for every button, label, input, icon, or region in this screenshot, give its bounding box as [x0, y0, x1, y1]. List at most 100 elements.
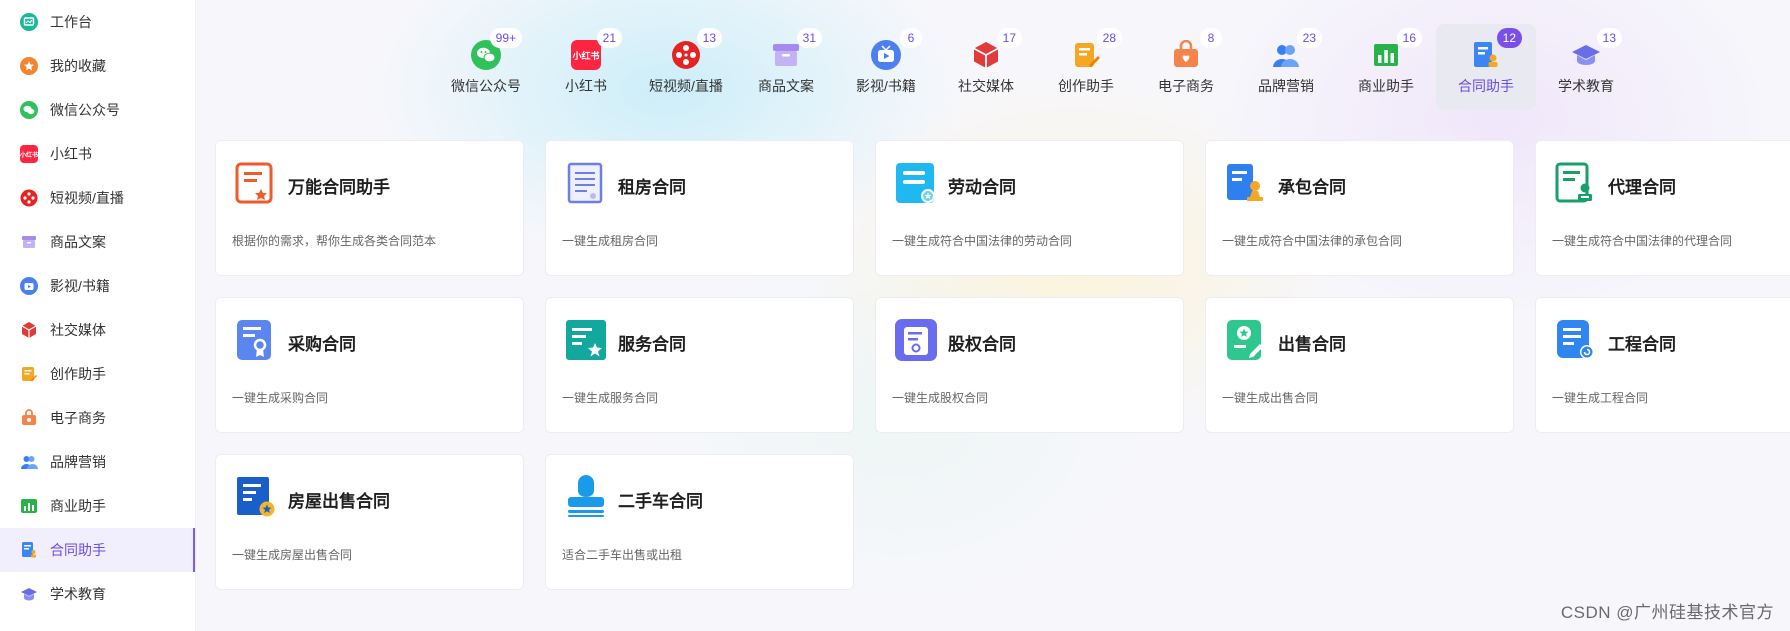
tv-icon — [20, 277, 38, 295]
cube-icon — [971, 40, 1001, 70]
sidebar-item-label: 影视/书籍 — [50, 278, 110, 294]
watermark: CSDN @广州硅基技术官方 — [1560, 603, 1774, 622]
sidebar-item-label: 创作助手 — [50, 366, 106, 382]
tab-film-books[interactable]: 6 影视/书籍 — [836, 24, 936, 110]
tab-brand-marketing[interactable]: 23 品牌营销 — [1236, 24, 1336, 110]
card-agency-contract[interactable]: 代理合同 一键生成符合中国法律的代理合同 — [1535, 140, 1790, 276]
card-title: 二手车合同 — [618, 492, 703, 511]
sidebar-item-label: 合同助手 — [50, 542, 106, 558]
tab-label: 商业助手 — [1358, 78, 1414, 94]
film-reel-icon — [20, 189, 38, 207]
tab-product-copy[interactable]: 31 商品文案 — [736, 24, 836, 110]
sidebar-item-creation-assistant[interactable]: 创作助手 — [0, 352, 195, 396]
card-rent-contract[interactable]: 租房合同 一键生成租房合同 — [545, 140, 854, 276]
shop-bag-icon — [20, 409, 38, 427]
count-badge: 13 — [696, 28, 722, 48]
tab-social-media[interactable]: 17 社交媒体 — [936, 24, 1036, 110]
tab-wechat[interactable]: 99+ 微信公众号 — [436, 24, 536, 110]
service-contract-icon — [566, 320, 606, 360]
tab-creation-assistant[interactable]: 28 创作助手 — [1036, 24, 1136, 110]
tab-label: 短视频/直播 — [649, 78, 723, 94]
card-title: 采购合同 — [288, 335, 356, 354]
universal-contract-icon — [235, 162, 273, 204]
sidebar-item-contract-assistant[interactable]: 合同助手 — [0, 528, 195, 572]
card-title: 服务合同 — [618, 335, 686, 354]
sidebar-item-label: 学术教育 — [50, 586, 106, 602]
tab-label: 商品文案 — [758, 78, 814, 94]
tab-business-assistant[interactable]: 16 商业助手 — [1336, 24, 1436, 110]
card-contracting[interactable]: 承包合同 一键生成符合中国法律的承包合同 — [1205, 140, 1514, 276]
card-title: 万能合同助手 — [288, 178, 390, 197]
card-universal-contract[interactable]: 万能合同助手 根据你的需求，帮你生成各类合同范本 — [215, 140, 524, 276]
card-description: 一键生成符合中国法律的代理合同 — [1552, 234, 1733, 248]
contract-icon — [20, 541, 38, 559]
used-car-contract-icon — [568, 475, 604, 517]
xiaohongshu-icon: 小红书 — [20, 145, 38, 163]
sidebar-item-label: 商品文案 — [50, 234, 106, 250]
sidebar-item-favorites[interactable]: 我的收藏 — [0, 44, 195, 88]
tab-xiaohongshu[interactable]: 21 小红书 小红书 — [536, 24, 636, 110]
tab-label: 合同助手 — [1458, 78, 1514, 94]
sidebar-item-brand-marketing[interactable]: 品牌营销 — [0, 440, 195, 484]
card-description: 一键生成符合中国法律的承包合同 — [1222, 234, 1403, 248]
count-badge: 23 — [1296, 28, 1322, 48]
sidebar-item-ecommerce[interactable]: 电子商务 — [0, 396, 195, 440]
tab-academic-education[interactable]: 13 学术教育 — [1536, 24, 1636, 110]
engineering-contract-icon — [1557, 320, 1594, 359]
card-service-contract[interactable]: 服务合同 一键生成服务合同 — [545, 297, 854, 433]
tab-short-video[interactable]: 13 短视频/直播 — [636, 24, 736, 110]
people-icon — [1271, 40, 1301, 70]
card-title: 股权合同 — [948, 335, 1016, 354]
sale-contract-icon — [1227, 320, 1263, 360]
sidebar-item-label: 微信公众号 — [50, 102, 120, 118]
count-badge: 16 — [1396, 28, 1422, 48]
count-badge: 17 — [996, 28, 1022, 48]
card-title: 承包合同 — [1278, 178, 1346, 197]
purchase-contract-icon — [237, 320, 271, 360]
card-equity-contract[interactable]: 股权合同 一键生成股权合同 — [875, 297, 1184, 433]
card-description: 一键生成工程合同 — [1552, 391, 1649, 405]
rent-contract-icon — [567, 162, 603, 204]
sidebar-item-social-media[interactable]: 社交媒体 — [0, 308, 195, 352]
pen-note-icon — [20, 365, 38, 383]
sidebar-item-wechat[interactable]: 微信公众号 — [0, 88, 195, 132]
count-badge: 6 — [900, 28, 922, 48]
card-title: 租房合同 — [618, 178, 686, 197]
shop-bag-icon — [1171, 40, 1201, 70]
sidebar-item-workbench[interactable]: 工作台 — [0, 0, 195, 44]
svg-text:小红书: 小红书 — [571, 50, 599, 62]
equity-contract-icon — [895, 319, 937, 361]
count-badge: 12 — [1496, 28, 1522, 48]
sidebar-item-film-books[interactable]: 影视/书籍 — [0, 264, 195, 308]
contract-icon — [1471, 40, 1501, 70]
sidebar-item-business-assistant[interactable]: 商业助手 — [0, 484, 195, 528]
tab-label: 品牌营销 — [1258, 78, 1314, 94]
card-labor-contract[interactable]: 劳动合同 一键生成符合中国法律的劳动合同 — [875, 140, 1184, 276]
tab-label: 社交媒体 — [958, 78, 1014, 94]
card-used-car-contract[interactable]: 二手车合同 适合二手车出售或出租 — [545, 454, 854, 590]
card-sale-contract[interactable]: 出售合同 一键生成出售合同 — [1205, 297, 1514, 433]
bar-chart-icon — [20, 497, 38, 515]
card-title: 出售合同 — [1278, 335, 1346, 354]
sidebar-item-academic-education[interactable]: 学术教育 — [0, 572, 195, 616]
star-icon — [20, 57, 38, 75]
card-purchase-contract[interactable]: 采购合同 一键生成采购合同 — [215, 297, 524, 433]
card-house-sale-contract[interactable]: 房屋出售合同 一键生成房屋出售合同 — [215, 454, 524, 590]
sidebar-item-xiaohongshu[interactable]: 小红书 小红书 — [0, 132, 195, 176]
tab-ecommerce[interactable]: 8 电子商务 — [1136, 24, 1236, 110]
count-badge: 13 — [1596, 28, 1622, 48]
count-badge: 8 — [1200, 28, 1222, 48]
sidebar-item-short-video[interactable]: 短视频/直播 — [0, 176, 195, 220]
tab-label: 学术教育 — [1558, 78, 1614, 94]
tab-contract-assistant[interactable]: 12 合同助手 — [1436, 24, 1536, 110]
count-badge: 21 — [596, 28, 622, 48]
card-engineering-contract[interactable]: 工程合同 一键生成工程合同 — [1535, 297, 1790, 433]
card-title: 工程合同 — [1608, 335, 1676, 354]
tv-icon — [871, 40, 901, 70]
sidebar-item-product-copy[interactable]: 商品文案 — [0, 220, 195, 264]
sidebar-item-label: 商业助手 — [50, 498, 106, 514]
count-badge: 31 — [796, 28, 822, 48]
pen-note-icon — [1071, 40, 1101, 70]
workbench-icon — [20, 13, 38, 31]
product-box-icon — [771, 40, 801, 70]
